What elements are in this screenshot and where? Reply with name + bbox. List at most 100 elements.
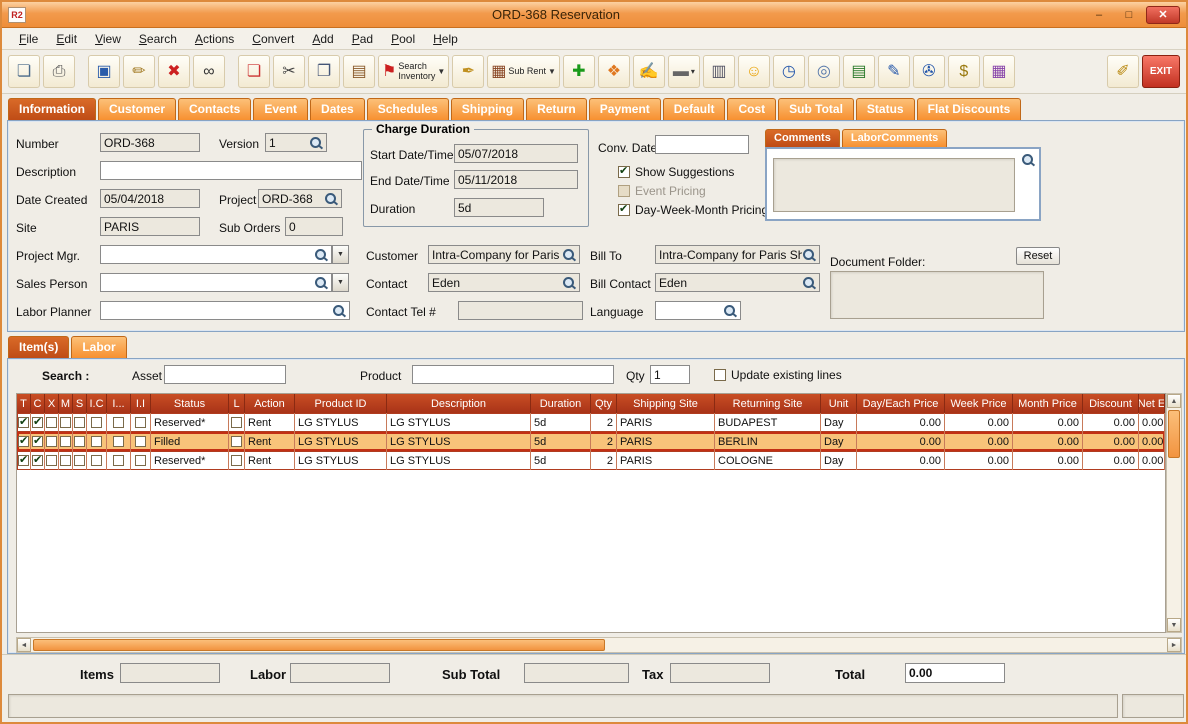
scroll-up-icon[interactable]: ▲: [1167, 394, 1181, 408]
menu-edit[interactable]: Edit: [47, 30, 86, 48]
row-checkbox[interactable]: [32, 415, 43, 428]
tab-item-s[interactable]: Item(s): [8, 336, 70, 358]
row-checkbox[interactable]: [32, 453, 43, 466]
menu-search[interactable]: Search: [130, 30, 186, 48]
row-checkbox[interactable]: [46, 436, 57, 447]
column-header-i-c[interactable]: I.C: [87, 394, 107, 413]
column-header-description[interactable]: Description: [387, 394, 531, 413]
column-header-i[interactable]: I...: [107, 394, 131, 413]
note-edit-button[interactable]: ✍: [632, 55, 665, 88]
row-checkbox[interactable]: [46, 455, 57, 466]
tab-laborcomments[interactable]: LaborComments: [841, 129, 948, 147]
row-checkbox[interactable]: [231, 436, 242, 447]
column-header-week-price[interactable]: Week Price: [945, 394, 1013, 413]
edit-pencil-button[interactable]: ✏: [123, 55, 155, 88]
row-checkbox[interactable]: [91, 417, 102, 428]
tab-sub-total[interactable]: Sub Total: [778, 98, 854, 120]
tab-default[interactable]: Default: [662, 98, 726, 120]
menu-convert[interactable]: Convert: [243, 30, 303, 48]
minimize-button[interactable]: –: [1086, 6, 1112, 24]
row-checkbox[interactable]: [74, 436, 85, 447]
cassette-dropdown-icon[interactable]: ▾: [691, 67, 695, 76]
row-checkbox[interactable]: [135, 455, 146, 466]
add-line-button[interactable]: ✚: [562, 55, 595, 88]
show-suggestions-checkbox[interactable]: [618, 164, 630, 178]
tab-return[interactable]: Return: [526, 98, 587, 120]
books-stack-button[interactable]: ▤: [842, 55, 875, 88]
paste-button[interactable]: ▤: [343, 55, 375, 88]
column-header-unit[interactable]: Unit: [821, 394, 857, 413]
contact-lookup-icon[interactable]: [562, 276, 576, 290]
column-header-net-e[interactable]: Net E: [1139, 394, 1165, 413]
project-mgr-lookup-icon[interactable]: [314, 248, 328, 262]
row-checkbox[interactable]: [18, 415, 29, 428]
column-header-month-price[interactable]: Month Price: [1013, 394, 1083, 413]
menu-actions[interactable]: Actions: [186, 30, 243, 48]
row-checkbox[interactable]: [60, 455, 71, 466]
menu-add[interactable]: Add: [303, 30, 342, 48]
chart-cubes-button[interactable]: ▦: [982, 55, 1015, 88]
asset-input[interactable]: [164, 365, 286, 384]
sales-person-dropdown-icon[interactable]: ▼: [332, 273, 349, 292]
column-header-product-id[interactable]: Product ID: [295, 394, 387, 413]
tab-schedules[interactable]: Schedules: [366, 98, 449, 120]
row-checkbox[interactable]: [135, 417, 146, 428]
tab-labor[interactable]: Labor: [71, 336, 127, 358]
language-field[interactable]: [655, 301, 741, 320]
column-header-shipping-site[interactable]: Shipping Site: [617, 394, 715, 413]
copy-button[interactable]: ❐: [308, 55, 340, 88]
row-checkbox[interactable]: [135, 436, 146, 447]
project-lookup-icon[interactable]: [324, 192, 338, 206]
row-checkbox[interactable]: [18, 453, 29, 466]
description-field[interactable]: [100, 161, 362, 180]
maximize-button[interactable]: □: [1116, 6, 1142, 24]
sales-person-lookup-icon[interactable]: [314, 276, 328, 290]
qty-input[interactable]: 1: [650, 365, 690, 384]
vertical-scroll-thumb[interactable]: [1168, 410, 1180, 458]
column-header-m[interactable]: M: [59, 394, 73, 413]
table-row[interactable]: Reserved*RentLG STYLUSLG STYLUS5d2PARISC…: [17, 451, 1165, 470]
menu-pad[interactable]: Pad: [343, 30, 382, 48]
exit-button[interactable]: EXIT: [1142, 55, 1180, 88]
row-checkbox[interactable]: [231, 417, 242, 428]
tab-customer[interactable]: Customer: [98, 98, 177, 120]
row-checkbox[interactable]: [91, 436, 102, 447]
column-header-day-each-price[interactable]: Day/Each Price: [857, 394, 945, 413]
bill-contact-lookup-icon[interactable]: [802, 276, 816, 290]
row-checkbox[interactable]: [46, 417, 57, 428]
tab-payment[interactable]: Payment: [588, 98, 661, 120]
search-inventory-dropdown-icon[interactable]: ▼: [437, 67, 445, 76]
column-header-discount[interactable]: Discount: [1083, 394, 1139, 413]
table-row[interactable]: FilledRentLG STYLUSLG STYLUS5d2PARISBERL…: [17, 432, 1165, 451]
key-button[interactable]: ✇: [912, 55, 945, 88]
wand-button[interactable]: ✐: [1107, 55, 1139, 88]
row-checkbox[interactable]: [60, 417, 71, 428]
product-input[interactable]: [412, 365, 614, 384]
bottle-button[interactable]: ✒: [452, 55, 485, 88]
cut-scissors-button[interactable]: ✂: [273, 55, 305, 88]
reset-button[interactable]: Reset: [1016, 247, 1060, 265]
tab-status[interactable]: Status: [855, 98, 915, 120]
menu-help[interactable]: Help: [424, 30, 467, 48]
clock-button[interactable]: ◷: [772, 55, 805, 88]
column-header-duration[interactable]: Duration: [531, 394, 591, 413]
menu-file[interactable]: File: [10, 30, 47, 48]
tab-comments[interactable]: Comments: [765, 129, 840, 147]
bill-to-lookup-icon[interactable]: [802, 248, 816, 262]
row-checkbox[interactable]: [113, 455, 124, 466]
spheres-group-button[interactable]: ❖: [597, 55, 630, 88]
table-row[interactable]: Reserved*RentLG STYLUSLG STYLUS5d2PARISB…: [17, 413, 1165, 432]
tab-information[interactable]: Information: [8, 98, 96, 120]
version-lookup-icon[interactable]: [309, 136, 323, 150]
horizontal-scroll-thumb[interactable]: [33, 639, 605, 651]
disc-button[interactable]: ◎: [807, 55, 840, 88]
column-header-s[interactable]: S: [73, 394, 87, 413]
labor-planner-field[interactable]: [100, 301, 350, 320]
notepad-edit-button[interactable]: ✎: [877, 55, 910, 88]
smiley-button[interactable]: ☺: [737, 55, 770, 88]
row-checkbox[interactable]: [113, 417, 124, 428]
column-header-status[interactable]: Status: [151, 394, 229, 413]
tab-event[interactable]: Event: [253, 98, 309, 120]
print-button[interactable]: ⎙: [43, 55, 75, 88]
conv-date-field[interactable]: [655, 135, 749, 154]
